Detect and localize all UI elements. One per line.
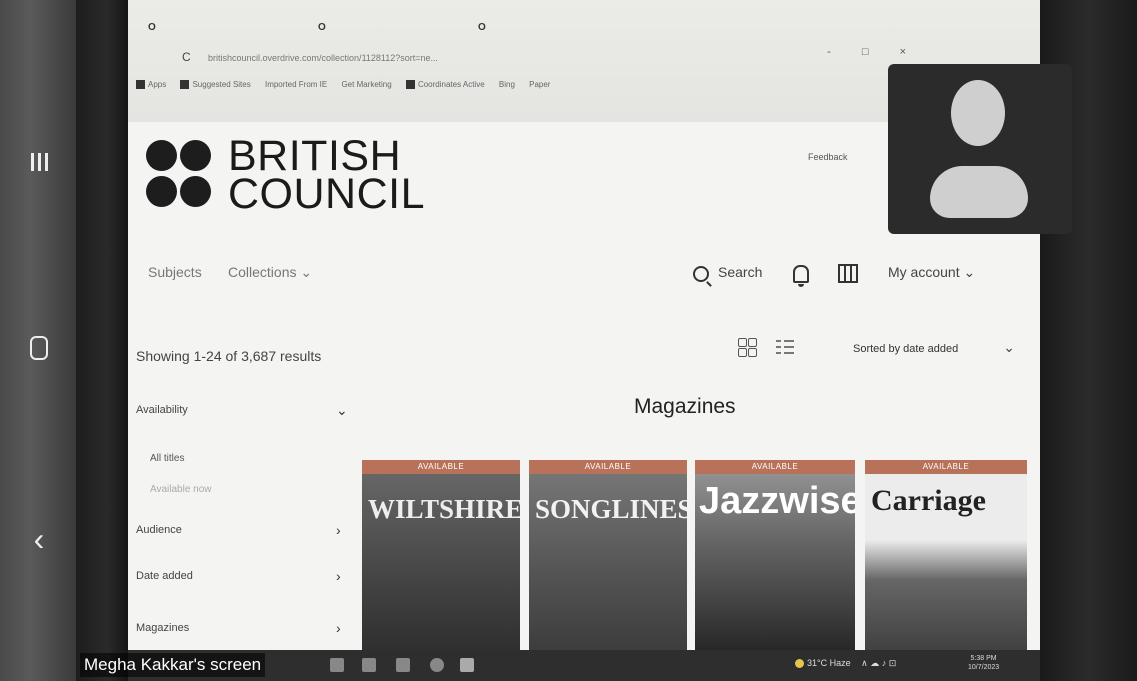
filter-label: Date added (136, 570, 193, 582)
participant-video-tile (888, 64, 1072, 234)
filter-option-all-titles[interactable]: All titles (150, 453, 184, 464)
filter-availability[interactable]: Availability ⌄ (136, 402, 348, 418)
taskbar-app-icon[interactable] (460, 658, 474, 672)
chevron-right-icon: › (336, 620, 341, 636)
magazine-cover[interactable]: AVAILABLE SONGLINES (529, 460, 687, 650)
file-explorer-icon[interactable] (396, 658, 410, 672)
filter-audience[interactable]: Audience › (136, 522, 346, 538)
filter-label: Audience (136, 524, 182, 536)
cover-title: WILTSHIRE (368, 494, 520, 524)
availability-badge: AVAILABLE (865, 460, 1027, 474)
my-account-menu[interactable]: My account ⌄ (888, 264, 975, 281)
cover-title: Carriage (871, 484, 986, 517)
screen-share-label: Megha Kakkar's screen (80, 653, 266, 677)
chrome-icon[interactable] (430, 658, 444, 672)
filter-label: Availability (136, 404, 188, 416)
phone-edge (76, 0, 128, 681)
logo-text-line2: COUNCIL (228, 170, 426, 218)
address-bar[interactable]: C britishcouncil.overdrive.com/collectio… (128, 50, 888, 70)
logo-dots-icon (146, 140, 216, 210)
magazine-cover[interactable]: AVAILABLE WILTSHIRE (362, 460, 520, 650)
taskbar-clock[interactable]: 5:38 PM 10/7/2023 (968, 654, 999, 672)
magazine-cover[interactable]: AVAILABLE Carriage (865, 460, 1027, 650)
browser-tab[interactable]: O (318, 22, 329, 40)
bookmark[interactable]: Coordinates Active (405, 80, 485, 90)
filter-option-available-now[interactable]: Available now (150, 484, 212, 495)
bookmark[interactable]: Bing (499, 80, 515, 89)
bookmark[interactable]: Get Marketing (341, 80, 391, 89)
feedback-link[interactable]: Feedback (808, 152, 848, 162)
system-tray[interactable]: 31°C Haze ∧ ☁ ♪ ⊡ (795, 658, 896, 669)
chevron-down-icon: ⌄ (336, 402, 348, 418)
availability-badge: AVAILABLE (695, 460, 855, 474)
availability-badge: AVAILABLE (362, 460, 520, 474)
weather-icon (795, 659, 804, 669)
back-button[interactable]: ‹ (24, 523, 54, 555)
top-navigation: Subjects Collections ⌄ Search My account… (128, 260, 1040, 290)
magazine-cover[interactable]: AVAILABLE Jazzwise (695, 460, 855, 650)
app-icon (136, 80, 145, 90)
recent-apps-button[interactable] (24, 147, 54, 177)
search-link[interactable]: Search (718, 264, 762, 280)
avatar-head-icon (951, 80, 1005, 146)
filter-date-added[interactable]: Date added › (136, 568, 346, 584)
results-count: Showing 1-24 of 3,687 results (136, 348, 322, 364)
sort-label: Sorted by date added (853, 343, 959, 355)
cover-title: SONGLINES (535, 494, 687, 524)
browser-tab[interactable]: O (148, 22, 159, 40)
cover-title: Jazzwise (699, 480, 855, 522)
task-view-icon[interactable] (330, 658, 344, 672)
browser-tab[interactable]: O (478, 22, 489, 40)
bookmark[interactable]: Paper (529, 80, 550, 89)
taskbar-app-icon[interactable] (362, 658, 376, 672)
weather-text: 31°C Haze (807, 658, 851, 668)
bookmark[interactable]: Apps (136, 80, 166, 90)
chevron-right-icon: › (336, 568, 341, 584)
sort-dropdown[interactable]: Sorted by date added ⌄ (833, 334, 1023, 364)
avatar-body-icon (930, 166, 1028, 218)
section-title: Magazines (634, 395, 736, 418)
bookshelf-icon[interactable] (838, 264, 858, 283)
search-icon[interactable] (693, 266, 709, 282)
chevron-right-icon: › (336, 522, 341, 538)
nav-collections[interactable]: Collections ⌄ (228, 264, 312, 281)
list-view-icon[interactable] (776, 338, 796, 358)
grid-view-icon[interactable] (738, 338, 758, 358)
availability-badge: AVAILABLE (529, 460, 687, 474)
reload-icon[interactable]: C (182, 50, 191, 64)
bookmark[interactable]: Imported From IE (265, 80, 327, 89)
url-text[interactable]: britishcouncil.overdrive.com/collection/… (208, 53, 438, 63)
bookmark-icon (180, 80, 190, 90)
tray-icons[interactable]: ∧ ☁ ♪ ⊡ (861, 658, 896, 668)
filter-label: Magazines (136, 622, 190, 634)
bookmarks-bar: Apps Suggested Sites Imported From IE Ge… (136, 80, 916, 96)
filter-magazines[interactable]: Magazines › (136, 620, 346, 636)
chevron-down-icon: ⌄ (1003, 339, 1015, 355)
nav-subjects[interactable]: Subjects (148, 264, 202, 280)
home-button[interactable] (24, 336, 54, 366)
bookmark-icon (405, 80, 415, 90)
bookmark[interactable]: Suggested Sites (180, 80, 251, 90)
notifications-bell-icon[interactable] (793, 265, 809, 287)
